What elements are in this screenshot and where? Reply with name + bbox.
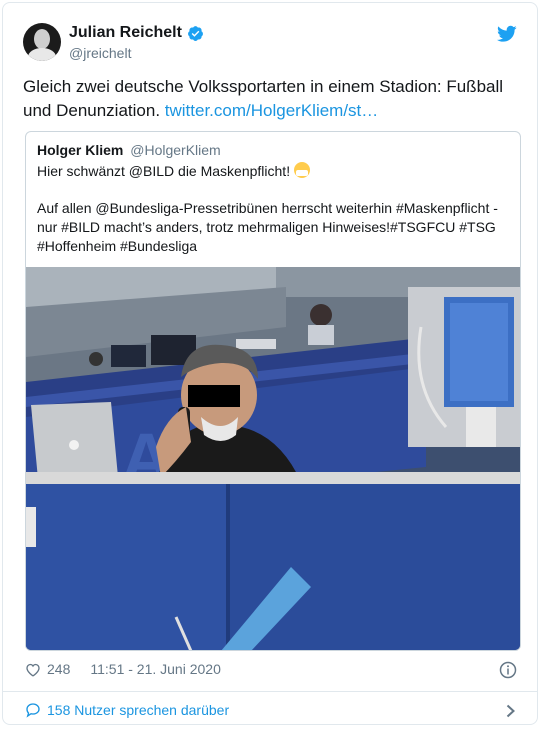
- chat-bubble-icon: [26, 703, 40, 718]
- quoted-author-handle[interactable]: @HolgerKliem: [130, 142, 220, 158]
- tweet-card: Julian Reichelt @jreichelt Gleich zwei d…: [2, 2, 538, 725]
- tweet-text: Gleich zwei deutsche Volkssportarten in …: [23, 75, 518, 123]
- mask-emoji-icon: [293, 162, 310, 178]
- avatar[interactable]: [23, 23, 61, 61]
- author-name-row[interactable]: Julian Reichelt: [69, 24, 204, 42]
- verified-badge-icon: [187, 25, 203, 41]
- quoted-text-line-1: Hier schwänzt @BILD die Maskenpflicht!: [37, 163, 291, 179]
- tweet-link[interactable]: twitter.com/HolgerKliem/st…: [165, 101, 379, 120]
- quoted-tweet-text: Hier schwänzt @BILD die Maskenpflicht! A…: [37, 162, 507, 274]
- tweet-header: Julian Reichelt @jreichelt: [23, 23, 517, 63]
- tweet-meta: 248 11:51 - 21. Juni 2020: [25, 661, 221, 677]
- quoted-tweet-header: Holger Kliem @HolgerKliem: [37, 142, 221, 158]
- quoted-tweet[interactable]: Holger Kliem @HolgerKliem Hier schwänzt …: [25, 131, 521, 651]
- discussion-link[interactable]: 158 Nutzer sprechen darüber: [25, 702, 229, 718]
- quoted-tweet-photo[interactable]: ATS: [26, 267, 520, 650]
- heart-icon[interactable]: [25, 662, 41, 677]
- tweet-timestamp[interactable]: 11:51 - 21. Juni 2020: [90, 661, 221, 677]
- footer-divider: [3, 691, 537, 692]
- info-icon[interactable]: [499, 661, 517, 679]
- like-count[interactable]: 248: [47, 661, 70, 677]
- chevron-right-icon[interactable]: [506, 704, 515, 718]
- quoted-author-name[interactable]: Holger Kliem: [37, 142, 123, 158]
- twitter-bird-icon[interactable]: [497, 25, 517, 43]
- author-handle[interactable]: @jreichelt: [69, 45, 131, 61]
- discussion-text[interactable]: 158 Nutzer sprechen darüber: [47, 702, 229, 718]
- author-name[interactable]: Julian Reichelt: [69, 24, 182, 42]
- quoted-text-line-2: Auf allen @Bundesliga-Pressetribünen her…: [37, 200, 498, 254]
